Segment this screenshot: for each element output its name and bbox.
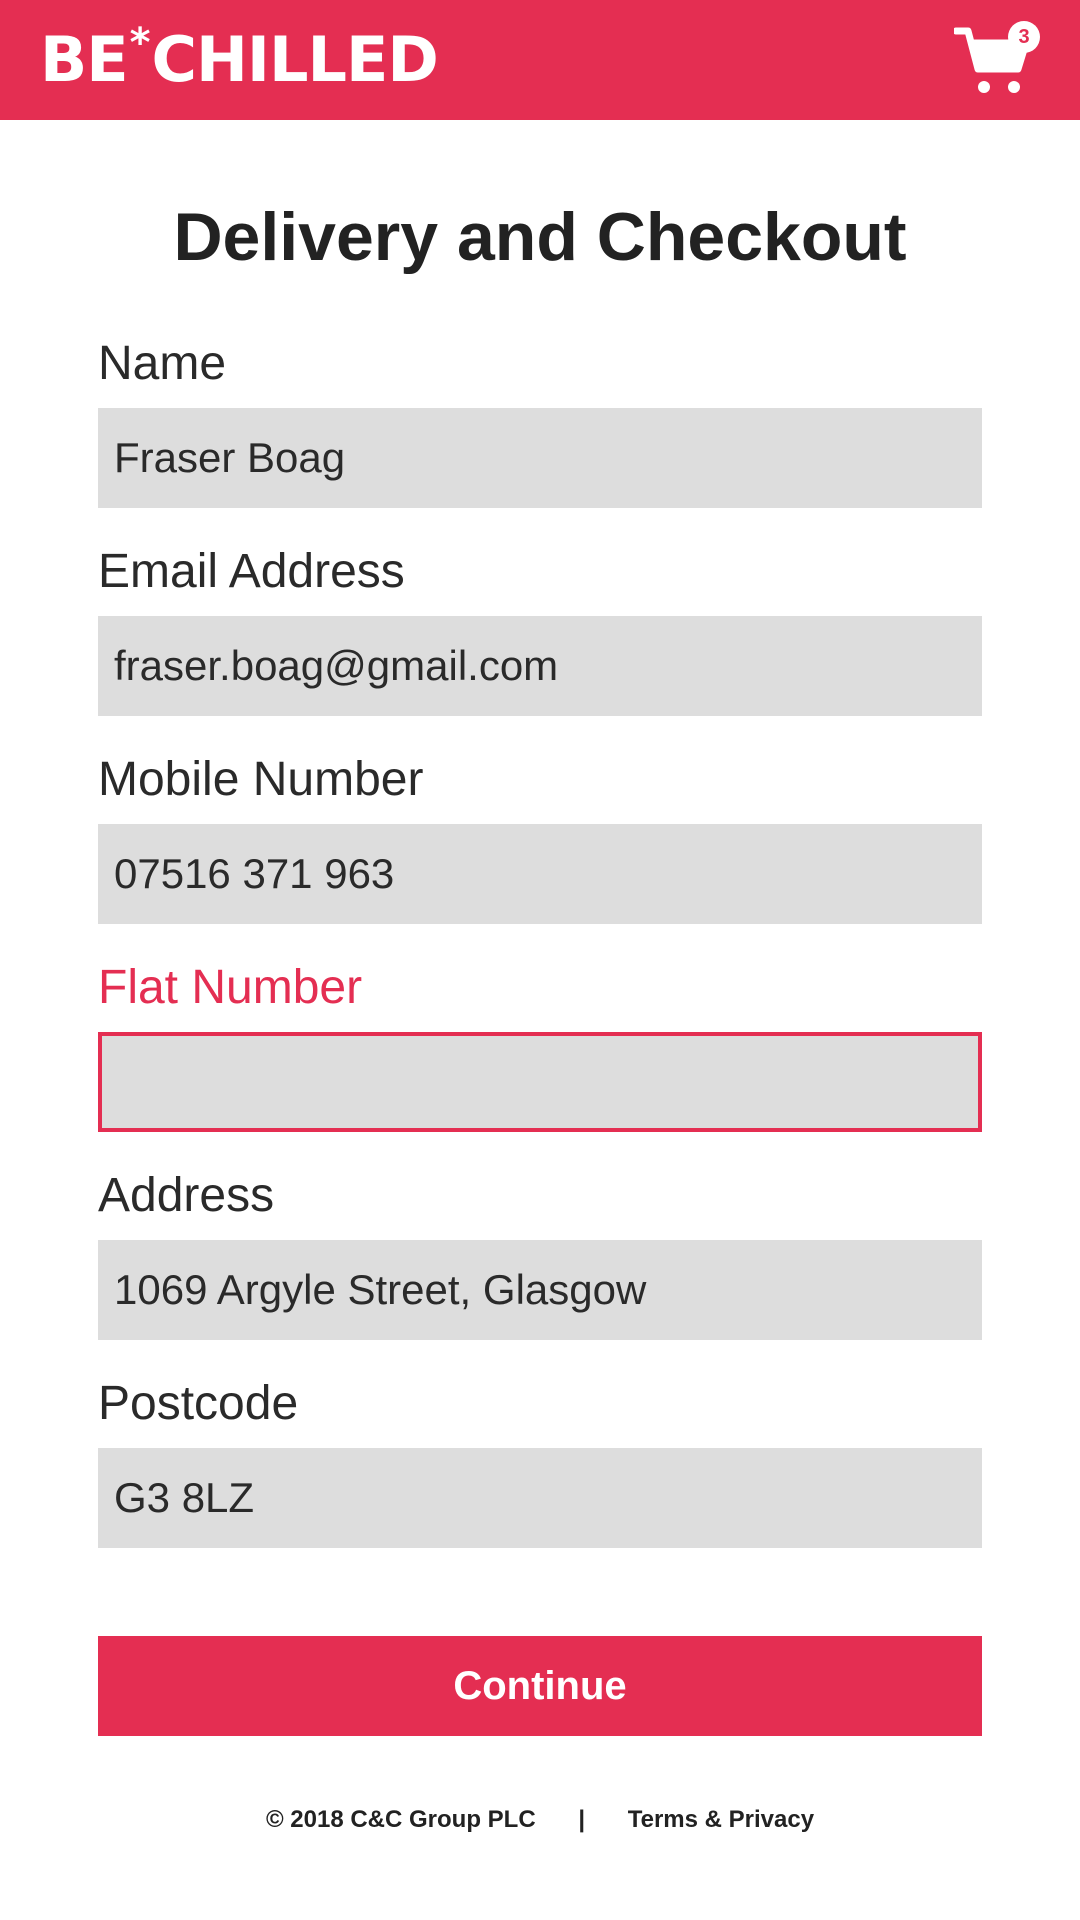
postcode-input[interactable] xyxy=(98,1448,982,1548)
cart-count-badge: 3 xyxy=(1008,21,1040,53)
email-field-group: Email Address xyxy=(98,536,982,716)
logo-star: * xyxy=(129,20,151,66)
continue-button[interactable]: Continue xyxy=(98,1636,982,1736)
footer-separator: | xyxy=(578,1806,586,1833)
postcode-label: Postcode xyxy=(98,1377,299,1430)
flat-number-label: Flat Number xyxy=(98,961,363,1014)
mobile-field-group: Mobile Number xyxy=(98,744,982,924)
brand-logo[interactable]: BE * CHILLED xyxy=(40,23,439,96)
address-field-group: Address xyxy=(98,1160,982,1340)
cart-button[interactable]: 3 xyxy=(952,21,1040,97)
checkout-form: Name Email Address Mobile Number Flat Nu… xyxy=(98,328,982,1576)
mobile-input[interactable] xyxy=(98,824,982,924)
page-title: Delivery and Checkout xyxy=(173,199,907,275)
email-input[interactable] xyxy=(98,616,982,716)
page-footer: © 2018 C&C Group PLC | Terms & Privacy xyxy=(0,1806,1080,1834)
name-label: Name xyxy=(98,337,227,390)
terms-privacy-link[interactable]: Terms & Privacy xyxy=(628,1806,814,1833)
flat-field-group: Flat Number xyxy=(98,952,982,1132)
address-label: Address xyxy=(98,1169,275,1222)
name-input[interactable] xyxy=(98,408,982,508)
name-field-group: Name xyxy=(98,328,982,508)
mobile-label: Mobile Number xyxy=(98,753,424,806)
flat-number-input[interactable] xyxy=(98,1032,982,1132)
copyright-text: © 2018 C&C Group PLC xyxy=(265,1806,536,1833)
logo-text-be: BE xyxy=(40,23,129,96)
app-header: BE * CHILLED 3 xyxy=(0,0,1080,120)
email-label: Email Address xyxy=(98,545,405,598)
address-input[interactable] xyxy=(98,1240,982,1340)
postcode-field-group: Postcode xyxy=(98,1368,982,1548)
logo-text-chilled: CHILLED xyxy=(151,23,439,96)
